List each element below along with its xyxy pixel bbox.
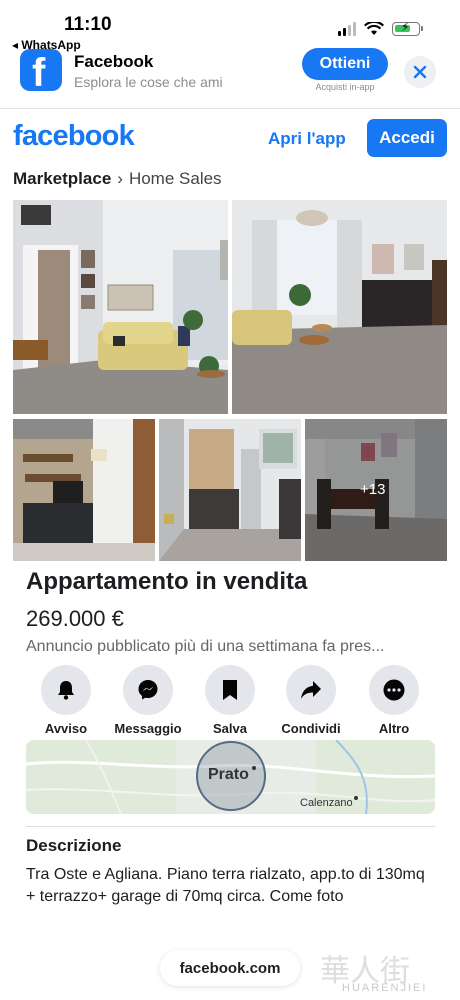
status-icons: ⚡ xyxy=(338,20,423,36)
listing-photo-tv-wall[interactable] xyxy=(13,419,155,561)
description-text: Tra Oste e Agliana. Piano terra rialzato… xyxy=(26,866,425,905)
share-button[interactable]: Condividi xyxy=(271,665,351,736)
banner-tagline: Esplora le cose che ami xyxy=(74,74,223,90)
in-app-purchases-note: Acquisti in-app xyxy=(315,82,375,92)
bookmark-icon xyxy=(223,680,237,700)
message-button[interactable]: Messaggio xyxy=(108,665,188,736)
facebook-app-icon: f xyxy=(20,49,62,91)
close-icon xyxy=(413,65,427,79)
close-banner-button[interactable] xyxy=(404,56,436,88)
url-bar[interactable]: facebook.com xyxy=(160,950,300,986)
battery-icon: ⚡ xyxy=(392,20,423,36)
banner-divider xyxy=(0,108,460,109)
watermark-text: HUARENJIEI xyxy=(342,982,428,994)
wifi-icon xyxy=(364,22,384,35)
breadcrumb: Marketplace › Home Sales xyxy=(13,169,222,189)
get-app-button[interactable]: Ottieni xyxy=(302,48,388,80)
more-button-label: Altro xyxy=(378,721,410,736)
open-app-link[interactable]: Apri l'app xyxy=(268,129,346,149)
more-icon xyxy=(383,679,405,701)
bell-icon xyxy=(58,681,74,700)
message-button-label: Messaggio xyxy=(114,721,182,736)
save-button-label: Salva xyxy=(213,721,247,736)
listing-title: Appartamento in vendita xyxy=(26,568,308,595)
breadcrumb-marketplace[interactable]: Marketplace xyxy=(13,169,111,189)
save-button[interactable]: Salva xyxy=(190,665,270,736)
share-button-label: Condividi xyxy=(281,721,341,736)
listing-price: 269.000 € xyxy=(26,606,124,631)
listing-posted-info: Annuncio pubblicato più di una settimana… xyxy=(26,638,385,655)
share-icon xyxy=(301,681,321,699)
messenger-icon xyxy=(138,680,158,700)
banner-app-name: Facebook xyxy=(74,52,154,71)
cellular-signal-icon xyxy=(338,22,356,36)
app-install-banner: f Facebook Esplora le cose che ami Ottie… xyxy=(0,44,460,104)
alert-button-label: Avviso xyxy=(44,721,88,736)
login-button[interactable]: Accedi xyxy=(367,119,447,157)
description-heading: Descrizione xyxy=(26,836,122,855)
breadcrumb-category[interactable]: Home Sales xyxy=(129,169,222,189)
listing-photo-living-room-2[interactable] xyxy=(232,200,447,414)
more-button[interactable]: Altro xyxy=(354,665,434,736)
section-divider xyxy=(26,826,435,827)
map-label-nearby: Calenzano xyxy=(300,797,353,809)
breadcrumb-separator: › xyxy=(117,169,123,188)
facebook-logo[interactable]: facebook xyxy=(13,120,135,153)
listing-photo-kitchen[interactable] xyxy=(159,419,301,561)
listing-photo-living-room[interactable] xyxy=(13,200,228,414)
status-time: 11:10 xyxy=(64,14,112,35)
alert-button[interactable]: Avviso xyxy=(26,665,106,736)
map-label-city: Prato xyxy=(208,766,249,783)
more-photos-count[interactable]: +13 xyxy=(360,481,385,498)
